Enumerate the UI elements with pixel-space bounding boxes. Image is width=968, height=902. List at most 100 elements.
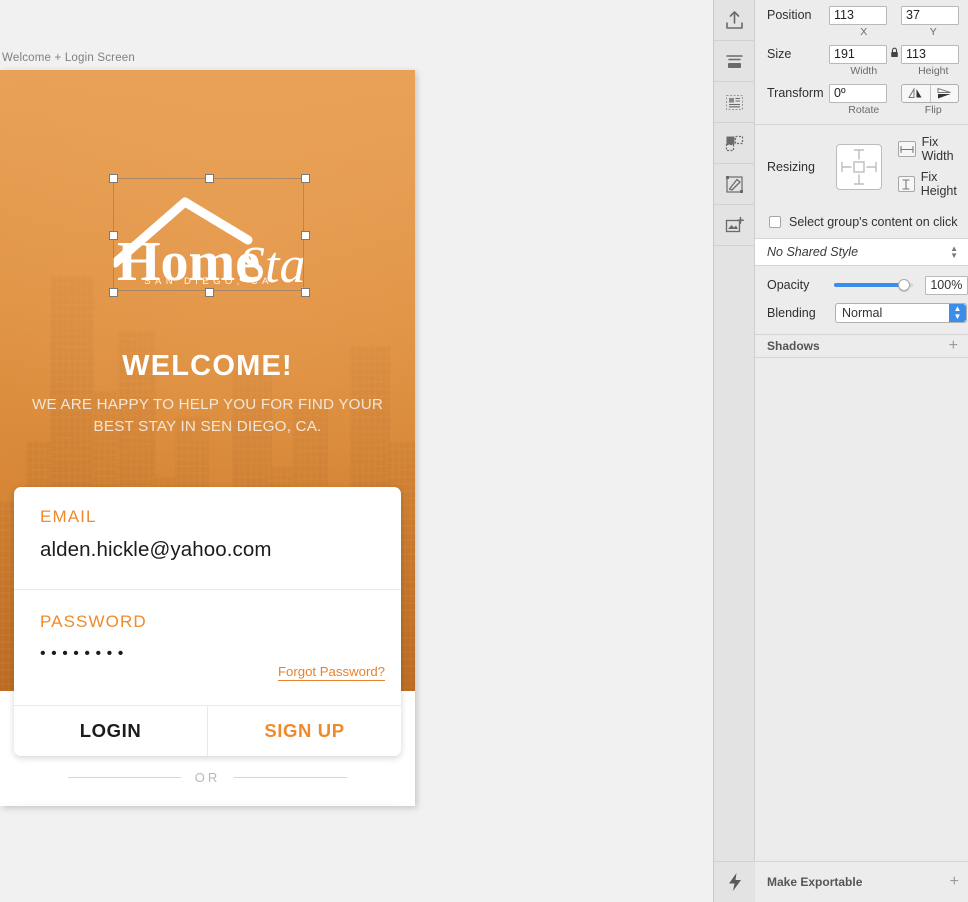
canvas-area[interactable]: Welcome + Login Screen Home Sta SAN DIEG…	[0, 0, 713, 902]
position-x-caption: X	[860, 26, 868, 38]
position-row: Position 113 37	[755, 4, 968, 26]
card-button-row: LOGIN SIGN UP	[14, 705, 401, 756]
artboard-label[interactable]: Welcome + Login Screen	[2, 52, 135, 64]
add-export-button[interactable]: +	[950, 874, 959, 890]
transform-row: Transform 0º	[755, 82, 968, 104]
inspector-body: Position 113 37 X Y Size 191 113 Width H	[755, 0, 968, 902]
stepper-down: ▼	[950, 251, 958, 260]
login-button[interactable]: LOGIN	[14, 706, 208, 756]
selection-handle-tc[interactable]	[205, 174, 214, 183]
stepper-icon[interactable]: ▲ ▼	[950, 245, 958, 260]
lock-icon[interactable]	[887, 47, 901, 61]
email-field-group[interactable]: EMAIL alden.hickle@yahoo.com	[14, 487, 401, 589]
forgot-password-link[interactable]: Forgot Password?	[277, 664, 385, 681]
fix-width-button[interactable]: Fix Width	[897, 135, 968, 163]
opacity-input[interactable]: 100%	[924, 275, 968, 295]
login-with-facebook-button[interactable]: f LOGIN WITH FACEBOOK	[14, 805, 401, 806]
select-group-checkbox[interactable]	[769, 216, 781, 228]
signup-button[interactable]: SIGN UP	[208, 706, 401, 756]
email-input[interactable]: alden.hickle@yahoo.com	[40, 538, 375, 562]
resizing-anchor-control[interactable]	[835, 143, 882, 190]
opacity-label: Opacity	[767, 278, 810, 292]
resizing-label: Resizing	[767, 159, 815, 174]
inspector-icon-rail	[714, 0, 755, 902]
flip-vertical-icon[interactable]	[931, 85, 959, 102]
size-captions: Width Height	[755, 65, 968, 78]
rotate-input[interactable]: 0º	[829, 83, 887, 103]
selection-handle-tl[interactable]	[109, 174, 118, 183]
selection-handle-bl[interactable]	[109, 288, 118, 297]
size-height-caption: Height	[918, 65, 949, 77]
welcome-title: WELCOME!	[122, 350, 293, 382]
align-icon[interactable]	[714, 41, 754, 82]
rotate-caption: Rotate	[848, 104, 880, 116]
position-captions: X Y	[755, 26, 968, 39]
add-shadow-button[interactable]: +	[949, 338, 958, 354]
blending-value: Normal	[842, 306, 883, 320]
password-label: PASSWORD	[40, 612, 147, 631]
selection-handle-ml[interactable]	[109, 231, 118, 240]
password-field-group[interactable]: PASSWORD •••••••• Forgot Password?	[14, 590, 401, 706]
fix-height-icon	[897, 176, 915, 192]
shared-style-row[interactable]: No Shared Style ▲ ▼	[755, 238, 968, 266]
welcome-text-block[interactable]: WELCOME! WE ARE HAPPY TO HELP YOU FOR FI…	[0, 350, 415, 438]
size-width-caption: Width	[850, 65, 878, 77]
size-width-input[interactable]: 191	[829, 44, 887, 64]
email-label: EMAIL	[40, 507, 97, 526]
make-exportable-label: Make Exportable	[767, 875, 863, 889]
selection-frame	[109, 174, 310, 297]
resizing-block: Resizing Fix Width Fix Height	[755, 125, 968, 208]
transform-captions: Rotate Flip	[755, 104, 968, 117]
fix-height-button[interactable]: Fix Height	[897, 170, 968, 198]
blending-stepper-down: ▼	[953, 312, 962, 321]
opacity-slider-fill	[833, 283, 906, 287]
opacity-slider[interactable]	[833, 279, 913, 291]
selection-handle-tr[interactable]	[301, 174, 310, 183]
sketch-app-window: Welcome + Login Screen Home Sta SAN DIEG…	[0, 0, 968, 902]
position-y-input[interactable]: 37	[901, 5, 959, 25]
select-group-content-row[interactable]: Select group's content on click	[755, 208, 968, 238]
size-height-input[interactable]: 113	[901, 44, 959, 64]
or-divider: OR	[0, 770, 415, 785]
position-label: Position	[767, 8, 812, 22]
blending-label: Blending	[767, 306, 816, 320]
size-label: Size	[767, 47, 792, 61]
welcome-subtitle-line-2: BEST STAY IN SEN DIEGO, CA.	[93, 418, 322, 435]
plugins-icon[interactable]	[714, 861, 755, 902]
opacity-row: Opacity 100%	[755, 272, 968, 298]
blending-stepper-icon[interactable]: ▲ ▼	[949, 304, 966, 322]
flip-horizontal-icon[interactable]	[902, 84, 931, 102]
selection-handle-mr[interactable]	[301, 231, 310, 240]
welcome-subtitle: WE ARE HAPPY TO HELP YOU FOR FIND YOUR B…	[0, 394, 415, 438]
position-y-caption: Y	[929, 26, 937, 38]
style-icon[interactable]	[714, 164, 754, 205]
shadows-label: Shadows	[767, 339, 820, 353]
transform-label: Transform	[767, 86, 824, 100]
make-exportable-section: Make Exportable +	[755, 861, 968, 902]
text-layout-icon[interactable]	[714, 82, 754, 123]
shared-style-label: No Shared Style	[767, 245, 859, 259]
fix-width-label: Fix Width	[921, 135, 954, 163]
fix-height-label: Fix Height	[920, 170, 957, 198]
export-icon[interactable]	[714, 0, 754, 41]
selection-handle-bc[interactable]	[205, 288, 214, 297]
select-group-label: Select group's content on click	[789, 215, 958, 229]
login-card[interactable]: EMAIL alden.hickle@yahoo.com PASSWORD ••…	[14, 487, 401, 756]
password-input[interactable]: ••••••••	[40, 645, 375, 663]
size-row: Size 191 113	[755, 43, 968, 65]
mask-icon[interactable]	[714, 123, 754, 164]
flip-caption: Flip	[924, 104, 942, 116]
inspector-panel: Position 113 37 X Y Size 191 113 Width H	[713, 0, 968, 902]
welcome-subtitle-line-1: WE ARE HAPPY TO HELP YOU FOR FIND YOUR	[31, 396, 384, 413]
artboard-welcome-login-screen[interactable]: Home Stay SAN DIEGO, CA	[0, 70, 415, 806]
position-x-input[interactable]: 113	[829, 5, 887, 25]
shadows-section: Shadows +	[755, 334, 968, 358]
opacity-slider-knob[interactable]	[897, 279, 910, 291]
or-line-right	[234, 777, 348, 778]
or-line-left	[67, 777, 181, 778]
selection-handle-br[interactable]	[301, 288, 310, 297]
or-label: OR	[194, 770, 221, 785]
blending-select[interactable]: Normal ▲ ▼	[835, 303, 967, 323]
insert-image-icon[interactable]	[714, 205, 754, 246]
blending-row: Blending Normal ▲ ▼	[755, 300, 968, 326]
